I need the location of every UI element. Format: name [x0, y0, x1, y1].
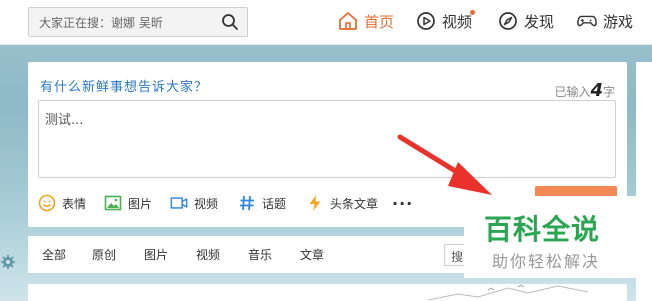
nav-home-label: 首页: [364, 12, 395, 31]
nav-home[interactable]: 首页: [338, 10, 394, 32]
article-label: 头条文章: [330, 196, 379, 211]
nav-game[interactable]: 游戏: [577, 10, 633, 32]
post-textarea[interactable]: 测试...: [38, 100, 616, 178]
image-button[interactable]: 图片: [104, 192, 152, 214]
image-label: 图片: [128, 196, 153, 211]
nav-discover[interactable]: 发现: [498, 10, 554, 32]
lightning-icon: [309, 195, 321, 211]
emoji-button[interactable]: 表情: [38, 192, 86, 214]
counter-suffix: 字: [602, 85, 615, 99]
compose-prompt: 有什么新鲜事想告诉大家？: [40, 80, 209, 95]
nav-video[interactable]: 视频: [416, 10, 472, 32]
emoji-label: 表情: [62, 196, 87, 211]
compass-icon: [499, 12, 517, 30]
counter-value: 4: [590, 80, 603, 101]
nav-game-label: 游戏: [603, 12, 634, 31]
tab-original[interactable]: 原创: [92, 246, 116, 263]
gear-icon[interactable]: [0, 254, 16, 270]
search-placeholder: 大家正在搜：谢娜 吴昕: [39, 16, 163, 30]
video-button[interactable]: 视频: [170, 192, 218, 214]
gamepad-icon: [577, 15, 597, 27]
video-label: 视频: [194, 196, 219, 211]
nav-discover-label: 发现: [524, 12, 555, 31]
smile-icon: [38, 194, 56, 212]
topic-button[interactable]: 话题: [238, 192, 286, 214]
home-icon: [339, 12, 357, 30]
nav-video-label: 视频: [442, 12, 473, 31]
topic-label: 话题: [262, 196, 287, 211]
feed-search-label: 搜: [451, 250, 464, 264]
char-counter: 已输入4字: [554, 80, 615, 101]
tab-music[interactable]: 音乐: [248, 246, 272, 263]
notification-dot: [470, 10, 475, 15]
more-button[interactable]: ···: [392, 192, 413, 214]
watermark-logo: 百科全说 助你轻松解决: [464, 196, 639, 278]
image-icon: [104, 195, 122, 211]
hashtag-icon: [240, 195, 254, 211]
search-input[interactable]: 大家正在搜：谢娜 吴昕: [28, 7, 248, 37]
tab-video[interactable]: 视频: [196, 246, 220, 263]
post-text: 测试...: [45, 113, 84, 128]
search-icon[interactable]: [221, 13, 239, 31]
counter-prefix: 已输入: [554, 85, 591, 99]
feed-item: [28, 284, 627, 301]
tab-image[interactable]: 图片: [144, 246, 168, 263]
feed-image: [428, 284, 588, 301]
watermark-subtitle: 助你轻松解决: [492, 252, 601, 271]
tab-article[interactable]: 文章: [300, 246, 324, 263]
top-navigation-bar: 大家正在搜：谢娜 吴昕 首页 视频 发现 游戏: [0, 0, 652, 45]
watermark-title: 百科全说: [484, 213, 601, 246]
article-button[interactable]: 头条文章: [306, 192, 378, 214]
play-icon: [417, 12, 435, 30]
tab-all[interactable]: 全部: [42, 246, 66, 263]
video-camera-icon: [170, 197, 188, 209]
